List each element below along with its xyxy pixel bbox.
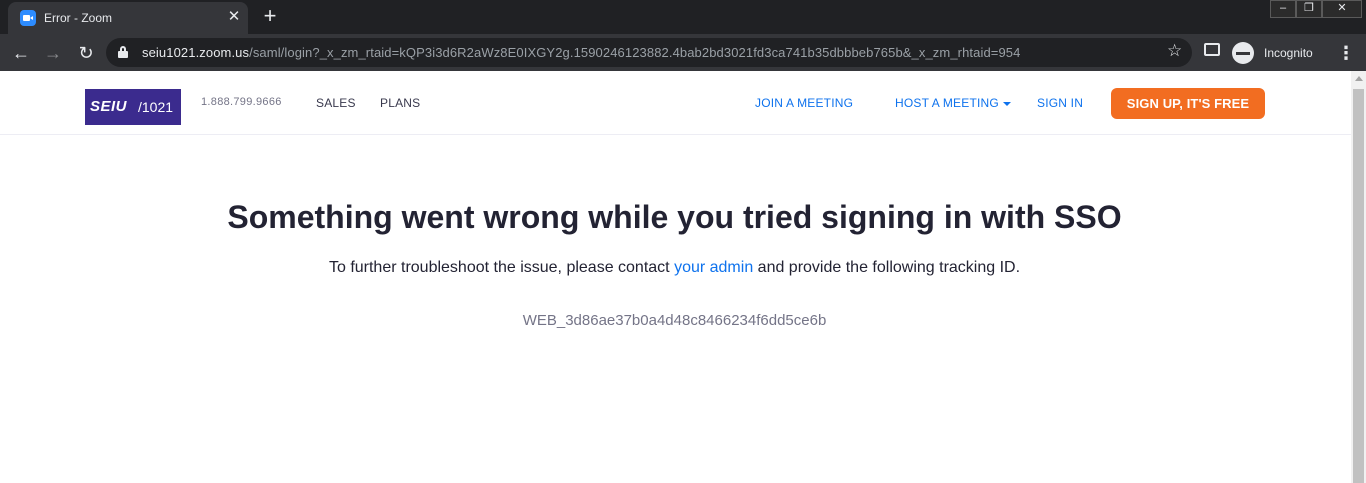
seiu-logo[interactable]: SEIU /1021: [85, 89, 181, 125]
message-before: To further troubleshoot the issue, pleas…: [328, 259, 675, 276]
phone-number[interactable]: 1.888.799.9666: [201, 96, 282, 108]
your-admin-link[interactable]: your admin: [674, 259, 753, 276]
scrollbar-thumb[interactable]: [1353, 89, 1364, 483]
lock-icon[interactable]: [118, 46, 128, 58]
url-path: /saml/login?_x_zm_rtaid=kQP3i3d6R2aWz8E0…: [249, 45, 1021, 60]
back-arrow-icon[interactable]: ←: [8, 40, 34, 66]
nav-sales-link[interactable]: SALES: [316, 96, 356, 110]
incognito-icon: [1232, 41, 1254, 64]
error-message: To further troubleshoot the issue, pleas…: [0, 259, 1349, 277]
forward-arrow-icon[interactable]: →: [40, 40, 66, 66]
join-meeting-link[interactable]: JOIN A MEETING: [755, 96, 853, 110]
incognito-indicator[interactable]: Incognito: [1232, 38, 1313, 67]
reload-icon[interactable]: ↻: [73, 40, 99, 66]
error-title: Something went wrong while you tried sig…: [227, 199, 1122, 235]
tab-close-icon[interactable]: ✕: [226, 9, 242, 25]
sign-in-link[interactable]: SIGN IN: [1037, 96, 1083, 110]
logo-primary: SEIU: [90, 98, 128, 115]
page-viewport: SEIU /1021 1.888.799.9666 SALES PLANS JO…: [0, 71, 1351, 483]
message-after: and provide the following tracking ID.: [753, 259, 1021, 276]
bookmark-star-icon[interactable]: ☆: [1167, 41, 1182, 61]
url-host: seiu1021.zoom.us: [142, 45, 250, 60]
tracking-id[interactable]: WEB_3d86ae37b0a4d48c8466234f6dd5ce6b: [0, 312, 1349, 329]
page-scrollbar[interactable]: [1351, 71, 1366, 483]
scroll-up-arrow-icon[interactable]: [1355, 76, 1363, 81]
logo-secondary: /1021: [138, 99, 174, 115]
nav-plans-link[interactable]: PLANS: [380, 96, 420, 110]
url-text[interactable]: seiu1021.zoom.us/saml/login?_x_zm_rtaid=…: [142, 45, 1020, 60]
minimize-button[interactable]: –: [1270, 0, 1296, 18]
browser-tab[interactable]: Error - Zoom ✕: [8, 2, 248, 34]
browser-toolbar: ← → ↻ seiu1021.zoom.us/saml/login?_x_zm_…: [0, 34, 1366, 71]
site-header: SEIU /1021 1.888.799.9666 SALES PLANS JO…: [0, 71, 1351, 135]
browser-menu-icon[interactable]: ⋮: [1336, 40, 1356, 66]
sign-up-button[interactable]: SIGN UP, IT'S FREE: [1111, 88, 1265, 119]
address-bar[interactable]: seiu1021.zoom.us/saml/login?_x_zm_rtaid=…: [106, 38, 1192, 67]
zoom-favicon-icon: [20, 10, 36, 26]
caret-down-icon: [1002, 101, 1011, 106]
host-meeting-label: HOST A MEETING: [895, 96, 999, 110]
browser-tab-strip: Error - Zoom ✕ + – ❐ ✕: [0, 0, 1366, 34]
new-tab-button[interactable]: +: [258, 5, 282, 29]
restore-button[interactable]: ❐: [1296, 0, 1322, 18]
window-close-button[interactable]: ✕: [1322, 0, 1362, 18]
host-meeting-dropdown[interactable]: HOST A MEETING: [895, 96, 1011, 110]
incognito-label: Incognito: [1264, 45, 1313, 60]
cast-icon[interactable]: [1204, 43, 1220, 56]
tab-title: Error - Zoom: [44, 11, 113, 25]
